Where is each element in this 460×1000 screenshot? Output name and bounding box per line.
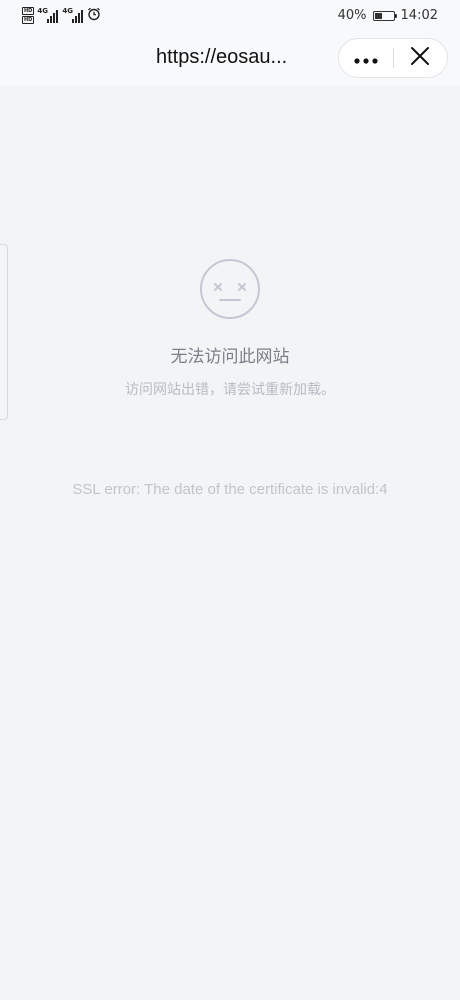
more-dots-icon — [354, 49, 378, 68]
hd-badge: HD — [22, 16, 35, 24]
hd-badge: HD — [22, 7, 35, 15]
error-page: 无法访问此网站 访问网站出错，请尝试重新加载。 SSL error: The d… — [0, 86, 460, 1000]
close-icon — [410, 46, 430, 70]
mini-program-capsule — [338, 38, 448, 78]
alarm-clock-icon — [87, 6, 101, 25]
more-button[interactable] — [339, 39, 393, 77]
error-subtitle: 访问网站出错，请尝试重新加载。 — [125, 382, 335, 398]
status-left-group: HD HD 4G 4G — [22, 6, 101, 25]
network-type-label: 4G — [62, 6, 73, 15]
close-button[interactable] — [394, 39, 448, 77]
hd-badge-stack: HD HD — [22, 7, 35, 24]
network-type-label: 4G — [37, 6, 48, 15]
signal-icon: 4G — [62, 6, 84, 23]
status-bar: HD HD 4G 4G 40% 14:02 — [0, 0, 460, 36]
page-url-title: https://eosau... — [156, 46, 288, 68]
battery-icon — [372, 10, 397, 21]
error-detail: SSL error: The date of the certificate i… — [72, 481, 388, 498]
battery-percentage: 40% — [337, 8, 367, 23]
dizzy-face-icon — [199, 258, 261, 324]
nav-bar: https://eosau... — [0, 36, 460, 86]
signal-icon: 4G — [37, 6, 59, 23]
battery-fill — [374, 12, 382, 19]
error-title: 无法访问此网站 — [170, 347, 290, 367]
status-right-group: 40% 14:02 — [338, 8, 438, 23]
clock-time: 14:02 — [400, 8, 438, 23]
